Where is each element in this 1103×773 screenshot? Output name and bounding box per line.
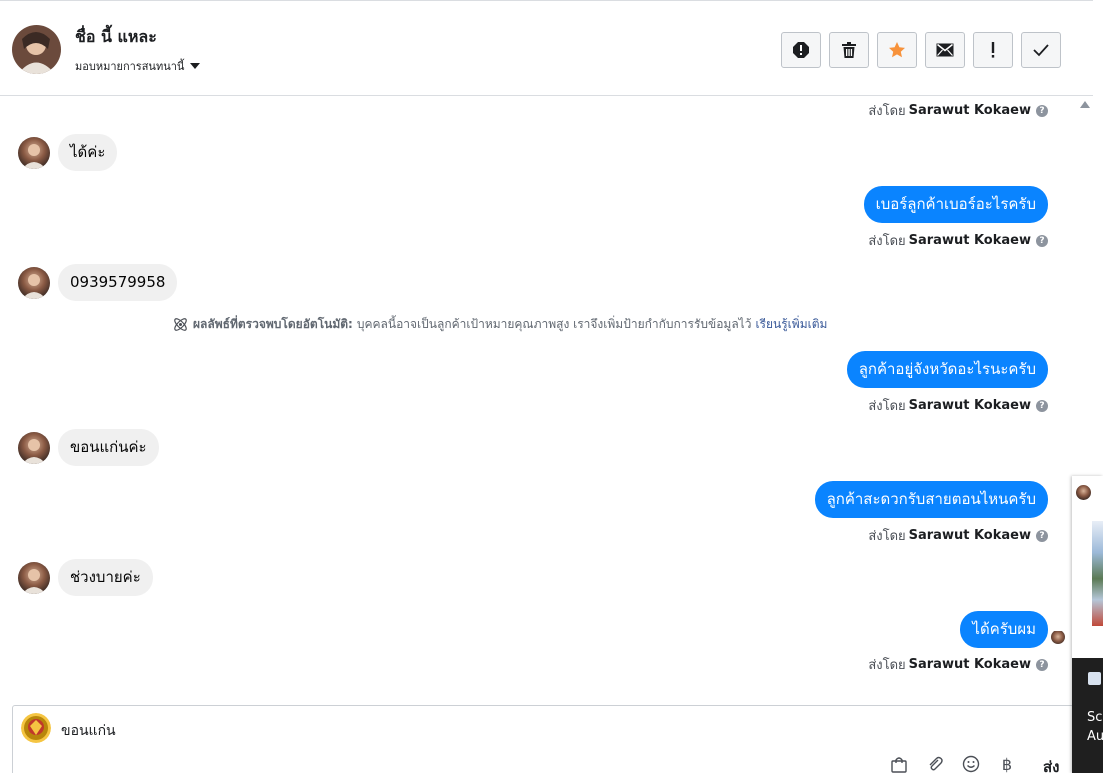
read-receipt-avatar bbox=[1051, 630, 1065, 644]
preview-avatar bbox=[1076, 485, 1091, 500]
follow-up-button[interactable] bbox=[973, 32, 1013, 68]
notification-line-2: Au bbox=[1087, 729, 1103, 744]
auto-detection-note: ผลลัพธ์ที่ตรวจพบโดยอัตโนมัติ: บุคคลนี้อา… bbox=[172, 315, 827, 334]
assign-label: มอบหมายการสนทนานี้ bbox=[75, 60, 185, 73]
assign-conversation-dropdown[interactable]: มอบหมายการสนทนานี้ bbox=[75, 57, 201, 75]
attach-file-button[interactable] bbox=[925, 754, 945, 773]
message-input[interactable]: ขอนแก่น bbox=[61, 720, 116, 742]
help-icon[interactable]: ? bbox=[1036, 104, 1048, 117]
incoming-bubble[interactable]: 0939579958 bbox=[58, 264, 178, 301]
mark-done-button[interactable] bbox=[1021, 32, 1061, 68]
star-icon bbox=[889, 42, 905, 58]
incoming-message: ขอนแก่นค่ะ bbox=[18, 429, 159, 466]
check-icon bbox=[1033, 44, 1049, 57]
contact-avatar[interactable] bbox=[12, 25, 61, 74]
baht-icon: ฿ bbox=[1001, 754, 1013, 773]
side-preview-panel[interactable]: Sc Au bbox=[1072, 476, 1103, 773]
contact-avatar-small[interactable] bbox=[18, 431, 50, 464]
incoming-bubble[interactable]: ได้ค่ะ bbox=[58, 134, 118, 171]
sent-by-label: ส่งโดย bbox=[868, 658, 906, 673]
shopping-bag-button[interactable] bbox=[889, 754, 909, 773]
atom-icon bbox=[174, 318, 187, 331]
outgoing-bubble[interactable]: ได้ครับผม bbox=[960, 611, 1048, 648]
spam-button[interactable] bbox=[781, 32, 821, 68]
smiley-icon bbox=[962, 755, 980, 773]
outgoing-bubble[interactable]: ลูกค้าสะดวกรับสายตอนไหนครับ bbox=[814, 481, 1048, 518]
learn-more-link[interactable]: เรียนรู้เพิ่มเติม bbox=[755, 315, 827, 334]
help-icon[interactable]: ? bbox=[1036, 234, 1048, 247]
incoming-message: 0939579958 bbox=[18, 264, 178, 301]
payment-button[interactable]: ฿ bbox=[997, 754, 1017, 773]
help-icon[interactable]: ? bbox=[1036, 399, 1048, 412]
emoji-button[interactable] bbox=[961, 754, 981, 773]
shopping-bag-icon bbox=[891, 757, 907, 773]
contact-avatar-small[interactable] bbox=[18, 266, 50, 299]
scroll-up-arrow-icon[interactable] bbox=[1080, 101, 1090, 108]
alert-circle-icon bbox=[793, 42, 809, 58]
preview-image bbox=[1092, 521, 1103, 626]
outgoing-bubble[interactable]: เบอร์ลูกค้าเบอร์อะไรครับ bbox=[863, 186, 1048, 223]
delete-button[interactable] bbox=[829, 32, 869, 68]
help-icon[interactable]: ? bbox=[1036, 529, 1048, 542]
sent-by-label: ส่งโดย bbox=[868, 529, 906, 544]
incoming-message: ได้ค่ะ bbox=[18, 134, 118, 171]
sender-name: Sarawut Kokaew bbox=[908, 528, 1031, 543]
sent-by-label: ส่งโดย bbox=[868, 399, 906, 414]
paperclip-icon bbox=[929, 756, 943, 771]
outgoing-bubble[interactable]: ลูกค้าอยู่จังหวัดอะไรนะครับ bbox=[846, 351, 1048, 388]
conversation-header: ชื่อ นี้ แหละ มอบหมายการสนทนานี้ bbox=[0, 0, 1093, 96]
sent-by-label: ส่งโดย bbox=[868, 104, 906, 119]
sent-by-line: ส่งโดย Sarawut Kokaew ? bbox=[868, 395, 1048, 416]
app-icon bbox=[1088, 672, 1101, 685]
composer-toolbar: ฿ bbox=[889, 754, 1017, 773]
help-icon[interactable]: ? bbox=[1036, 658, 1048, 671]
auto-note-title: ผลลัพธ์ที่ตรวจพบโดยอัตโนมัติ: bbox=[193, 317, 353, 331]
sender-name: Sarawut Kokaew bbox=[908, 233, 1031, 248]
star-button[interactable] bbox=[877, 32, 917, 68]
sent-by-label: ส่งโดย bbox=[868, 234, 906, 249]
sent-by-line: ส่งโดย Sarawut Kokaew ? bbox=[868, 230, 1048, 251]
incoming-bubble[interactable]: ช่วงบายค่ะ bbox=[58, 559, 153, 596]
sender-name: Sarawut Kokaew bbox=[908, 103, 1031, 118]
message-composer: ขอนแก่น ฿ ส่ง bbox=[12, 705, 1074, 773]
sent-by-line: ส่งโดย Sarawut Kokaew ? bbox=[868, 100, 1048, 121]
auto-note-body: บุคคลนี้อาจเป็นลูกค้าเป้าหมายคุณภาพสูง เ… bbox=[356, 317, 752, 331]
contact-name[interactable]: ชื่อ นี้ แหละ bbox=[75, 25, 157, 50]
contact-avatar-small[interactable] bbox=[18, 561, 50, 594]
notification-text: Sc Au bbox=[1087, 708, 1103, 746]
send-button[interactable]: ส่ง bbox=[1043, 755, 1059, 773]
inbox-conversation-window: ชื่อ นี้ แหละ มอบหมายการสนทนานี้ ส่งโดย … bbox=[0, 0, 1103, 773]
exclamation-icon bbox=[991, 42, 995, 58]
notification-line-1: Sc bbox=[1087, 710, 1103, 725]
incoming-bubble[interactable]: ขอนแก่นค่ะ bbox=[58, 429, 159, 466]
sender-name: Sarawut Kokaew bbox=[908, 657, 1031, 672]
envelope-icon bbox=[936, 43, 954, 57]
caret-down-icon bbox=[190, 63, 201, 69]
sender-name: Sarawut Kokaew bbox=[908, 398, 1031, 413]
sent-by-line: ส่งโดย Sarawut Kokaew ? bbox=[868, 654, 1048, 675]
sent-by-line: ส่งโดย Sarawut Kokaew ? bbox=[868, 525, 1048, 546]
conversation-actions bbox=[781, 32, 1061, 68]
incoming-message: ช่วงบายค่ะ bbox=[18, 559, 153, 596]
contact-avatar-small[interactable] bbox=[18, 136, 50, 169]
page-avatar bbox=[21, 713, 51, 743]
mark-unread-button[interactable] bbox=[925, 32, 965, 68]
trash-icon bbox=[842, 42, 856, 58]
